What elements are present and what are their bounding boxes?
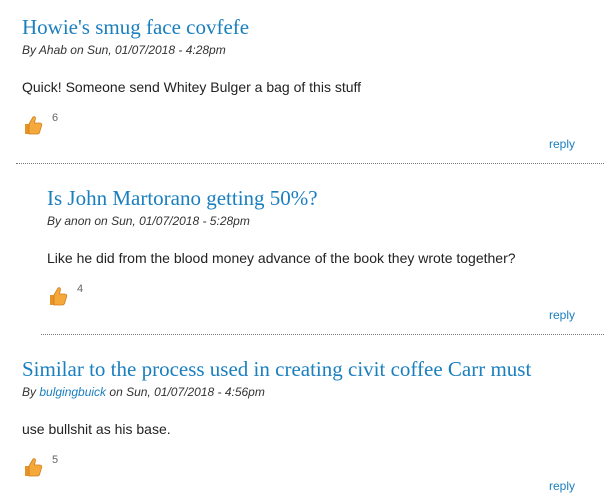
thumbs-up-icon[interactable] xyxy=(47,286,69,306)
reply-link[interactable]: reply xyxy=(549,308,575,322)
like-row: 5 xyxy=(22,454,531,477)
reply-link[interactable]: reply xyxy=(549,137,575,151)
comment-body: Like he did from the blood money advance… xyxy=(47,250,516,266)
comment: Similar to the process used in creating … xyxy=(22,357,531,477)
thumbs-up-icon[interactable] xyxy=(22,115,44,135)
comment-meta: By bulgingbuick on Sun, 01/07/2018 - 4:5… xyxy=(22,385,531,400)
comment-date: on Sun, 01/07/2018 - 4:56pm xyxy=(106,385,265,399)
comment: Howie's smug face covfefe By Ahab on Sun… xyxy=(22,15,362,135)
comment-meta: By anon on Sun, 01/07/2018 - 5:28pm xyxy=(47,214,516,229)
comment-divider xyxy=(41,334,604,335)
comment-body: Quick! Someone send Whitey Bulger a bag … xyxy=(22,79,362,95)
comment-date: on Sun, 01/07/2018 - 4:28pm xyxy=(66,43,226,57)
like-row: 4 xyxy=(47,283,516,306)
comment-title[interactable]: Similar to the process used in creating … xyxy=(22,357,531,381)
comment-divider xyxy=(16,163,604,164)
comment-meta: By Ahab on Sun, 01/07/2018 - 4:28pm xyxy=(22,43,361,58)
comment-body: use bullshit as his base. xyxy=(22,421,171,437)
like-count: 6 xyxy=(52,112,59,124)
like-count: 4 xyxy=(77,283,84,295)
reply-link[interactable]: reply xyxy=(549,479,575,493)
like-row: 6 xyxy=(22,112,361,135)
by-prefix: By xyxy=(22,385,40,399)
by-prefix: By xyxy=(22,43,39,57)
comment-author: anon xyxy=(64,214,92,228)
comment: Is John Martorano getting 50%? By anon o… xyxy=(47,186,516,306)
thumbs-up-icon[interactable] xyxy=(22,457,44,477)
comment-title[interactable]: Is John Martorano getting 50%? xyxy=(47,186,516,210)
comment-author-link[interactable]: bulgingbuick xyxy=(39,385,106,399)
by-prefix: By xyxy=(47,214,65,228)
comment-date: on Sun, 01/07/2018 - 5:28pm xyxy=(91,214,250,228)
comment-author: Ahab xyxy=(38,43,67,57)
comment-title[interactable]: Howie's smug face covfefe xyxy=(22,15,361,39)
like-count: 5 xyxy=(52,454,59,466)
